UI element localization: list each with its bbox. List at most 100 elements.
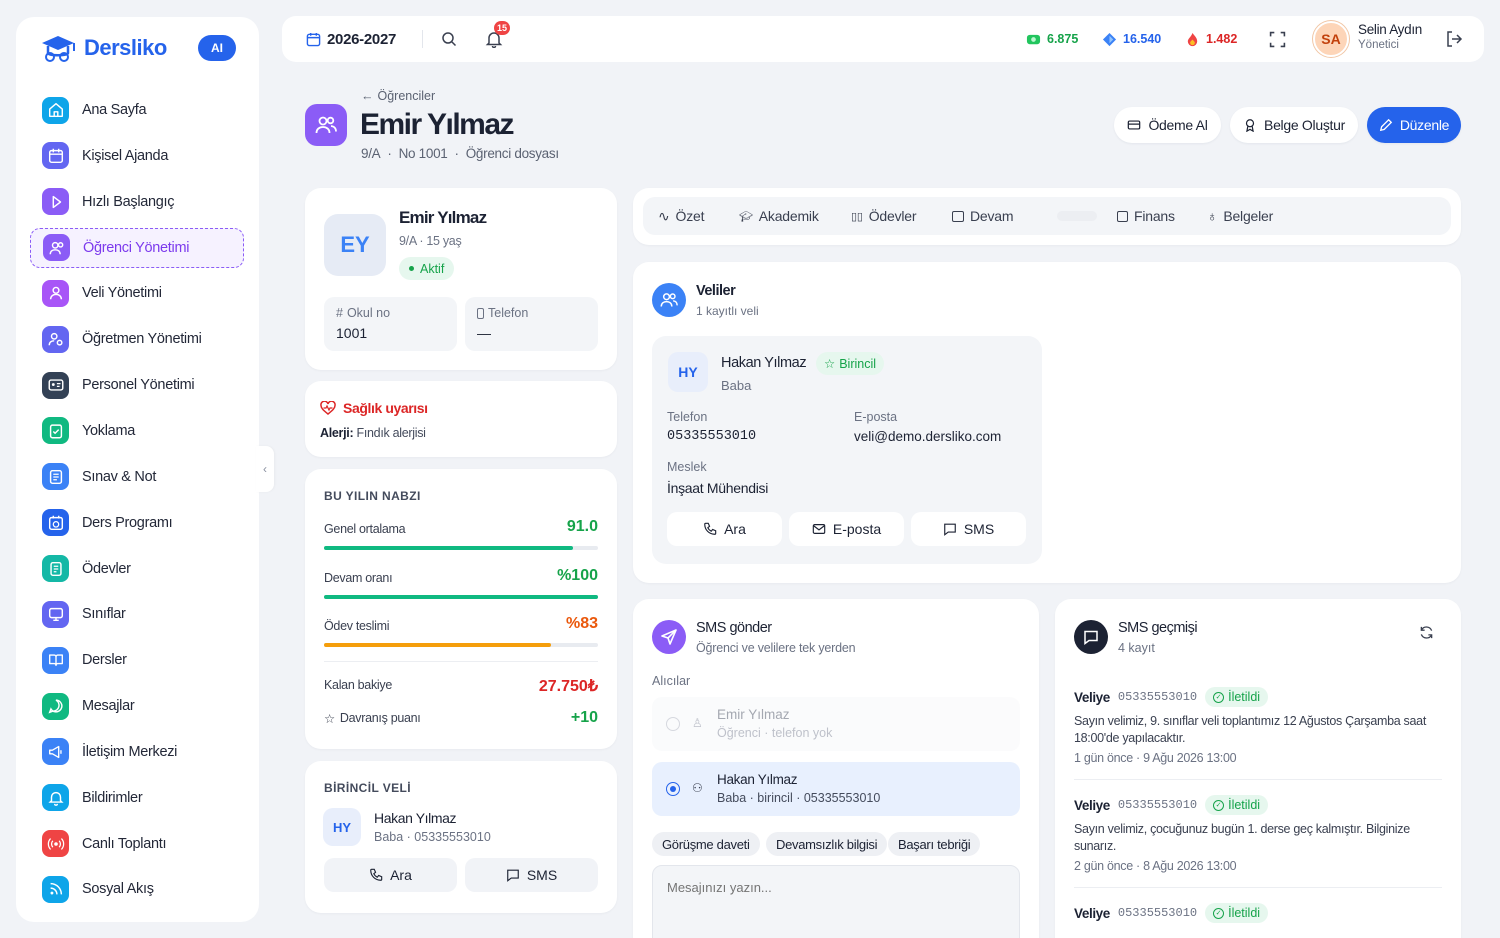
recipient-student[interactable]: ♙ Emir Yılmaz Öğrenci · telefon yok	[652, 697, 1020, 751]
tab-documents-label: Belgeler	[1223, 208, 1274, 224]
message-icon	[42, 692, 69, 720]
sms-credits-value: 16.540	[1123, 32, 1162, 46]
allergy-value: Fındık alerjisi	[356, 426, 426, 440]
template-absence-info[interactable]: Devamsızlık bilgisi	[766, 832, 888, 856]
logout-icon	[1447, 31, 1463, 47]
fullscreen-button[interactable]	[1269, 16, 1286, 62]
create-document-button[interactable]: Belge Oluştur	[1230, 107, 1358, 143]
ai-button[interactable]: AI	[198, 35, 236, 61]
history-phone: 05335553010	[1117, 798, 1198, 812]
recipient-parent-meta: Baba · birincil · 05335553010	[717, 791, 881, 805]
pulse-row-progress	[324, 594, 598, 599]
classroom-icon	[42, 600, 69, 628]
credits-stat[interactable]: 6.875	[1026, 16, 1078, 62]
user-info[interactable]: Selin Aydın Yönetici	[1358, 22, 1422, 51]
clipboard-check-icon	[42, 417, 69, 445]
app-logo[interactable]: Dersliko	[38, 33, 167, 63]
sidebar-item-id-card[interactable]: Personel Yönetimi	[30, 365, 244, 405]
sidebar-item-teacher[interactable]: Öğretmen Yönetimi	[30, 319, 244, 359]
edit-label: Düzenle	[1399, 117, 1450, 133]
recipient-parent-radio[interactable]	[666, 782, 680, 796]
tab-academic[interactable]: 🎓︎ Akademik	[739, 197, 819, 235]
sidebar-item-students[interactable]: Öğrenci Yönetimi	[30, 227, 244, 268]
recipient-student-radio[interactable]	[666, 717, 680, 731]
tab-homework[interactable]: ▯▯ Ödevler	[851, 197, 917, 235]
search-icon	[442, 32, 457, 47]
status-badge: Aktif	[399, 257, 455, 280]
search-button[interactable]	[441, 16, 457, 62]
edit-button[interactable]: Düzenle	[1367, 107, 1461, 143]
sidebar-item-schedule[interactable]: Ders Programı	[30, 503, 244, 543]
sidebar-item-megaphone[interactable]: İletişim Merkezi	[30, 732, 244, 772]
academic-year-selector[interactable]: 2026-2027	[306, 16, 396, 62]
refresh-button[interactable]	[1419, 625, 1434, 640]
primary-parent-call-button[interactable]: Ara	[324, 858, 457, 892]
credits-value: 6.875	[1047, 32, 1079, 46]
primary-parent-sms-button[interactable]: SMS	[465, 858, 598, 892]
parent-call-button[interactable]: Ara	[667, 512, 782, 546]
parent-phone-value[interactable]: 05335553010	[667, 429, 756, 444]
pulse-row-label: Genel ortalama	[324, 522, 406, 536]
message-textarea[interactable]	[652, 865, 1020, 938]
parent-sms-button[interactable]: SMS	[911, 512, 1026, 546]
sidebar-item-label: Yoklama	[82, 422, 135, 439]
parent-email-button[interactable]: E-posta	[789, 512, 904, 546]
heart-pulse-icon	[320, 401, 336, 415]
sidebar-item-rss[interactable]: Sosyal Akış	[30, 869, 244, 909]
sidebar-item-book[interactable]: Dersler	[30, 640, 244, 680]
parent-email-value[interactable]: veli@demo.dersliko.com	[854, 429, 1001, 444]
sidebar-item-parents[interactable]: Veli Yönetimi	[30, 273, 244, 313]
parent-relation: Baba	[721, 378, 752, 393]
sidebar-item-classroom[interactable]: Sınıflar	[30, 594, 244, 634]
tab-finance[interactable]: Finans	[1117, 197, 1175, 235]
message-square-icon	[507, 869, 519, 882]
tab-academic-label: Akademik	[758, 208, 819, 224]
health-title: Sağlık uyarısı	[343, 400, 428, 416]
tab-documents[interactable]: ♁ Belgeler	[1207, 197, 1273, 235]
sidebar-item-broadcast[interactable]: Canlı Toplantı	[30, 824, 244, 864]
schedule-icon	[42, 509, 69, 537]
fullscreen-icon	[1269, 31, 1286, 47]
sms-credits-stat[interactable]: 16.540	[1102, 16, 1161, 62]
parents-title: Veliler	[696, 283, 736, 299]
sms-send-subtitle: Öğrenci ve velilere tek yerden	[696, 641, 856, 655]
breadcrumb[interactable]: ← Öğrenciler	[361, 89, 435, 103]
tab-summary[interactable]: ∿ Özet	[658, 197, 704, 235]
logout-button[interactable]	[1445, 16, 1463, 62]
template-meeting-invite[interactable]: Görüşme daveti	[652, 832, 760, 856]
sidebar-item-calendar[interactable]: Kişisel Ajanda	[30, 136, 244, 176]
sidebar-item-label: Öğretmen Yönetimi	[82, 331, 202, 348]
tab-attendance[interactable]: Devam	[952, 197, 1014, 235]
sidebar-item-bell[interactable]: Bildirimler	[30, 778, 244, 818]
teacher-icon	[42, 325, 69, 353]
pulse-row-value: 91.0	[566, 518, 598, 535]
parent-call-label: Ara	[724, 521, 746, 537]
history-recipient: Veliye	[1074, 797, 1110, 813]
sidebar-item-label: Ders Programı	[82, 514, 173, 531]
sidebar-item-exam[interactable]: Sınav & Not	[30, 457, 244, 497]
home-icon	[42, 96, 69, 124]
take-payment-button[interactable]: Ödeme Al	[1114, 107, 1221, 143]
sidebar-collapse-button[interactable]: ‹	[256, 446, 274, 492]
phone-box: Telefon —	[465, 297, 598, 351]
sidebar-item-message[interactable]: Mesajlar	[30, 686, 244, 726]
pulse-row-progress	[324, 546, 598, 550]
yearly-pulse-card: BU YILIN NABZI Genel ortalama 91.0 Devam o…	[305, 469, 617, 749]
student-meta: 9/A · 15 yaş	[399, 234, 462, 248]
health-warning-card: Sağlık uyarısı Alerji: Fındık alerjisi	[305, 381, 617, 457]
sidebar-item-home[interactable]: Ana Sayfa	[30, 90, 244, 130]
pulse-row-label: Ödev teslimi	[324, 619, 390, 633]
recipient-student-meta: Öğrenci · telefon yok	[717, 726, 833, 740]
user-icon: ♙	[692, 716, 703, 730]
history-recipient: Veliye	[1074, 689, 1110, 705]
streak-stat[interactable]: 1.482	[1185, 16, 1237, 62]
sidebar-item-play[interactable]: Hızlı Başlangıç	[30, 182, 244, 222]
sidebar-item-homework[interactable]: Ödevler	[30, 549, 244, 589]
recipient-parent[interactable]: ⚇ Hakan Yılmaz Baba · birincil · 0533555…	[652, 762, 1020, 816]
template-success-congrats[interactable]: Başarı tebriği	[888, 832, 981, 856]
students-icon	[43, 234, 70, 262]
sidebar-item-clipboard-check[interactable]: Yoklama	[30, 411, 244, 451]
user-avatar[interactable]: SA	[1313, 21, 1349, 57]
graduation-cap-icon: 🎓︎	[739, 210, 753, 223]
balance-value: 27.750₺	[538, 678, 598, 695]
